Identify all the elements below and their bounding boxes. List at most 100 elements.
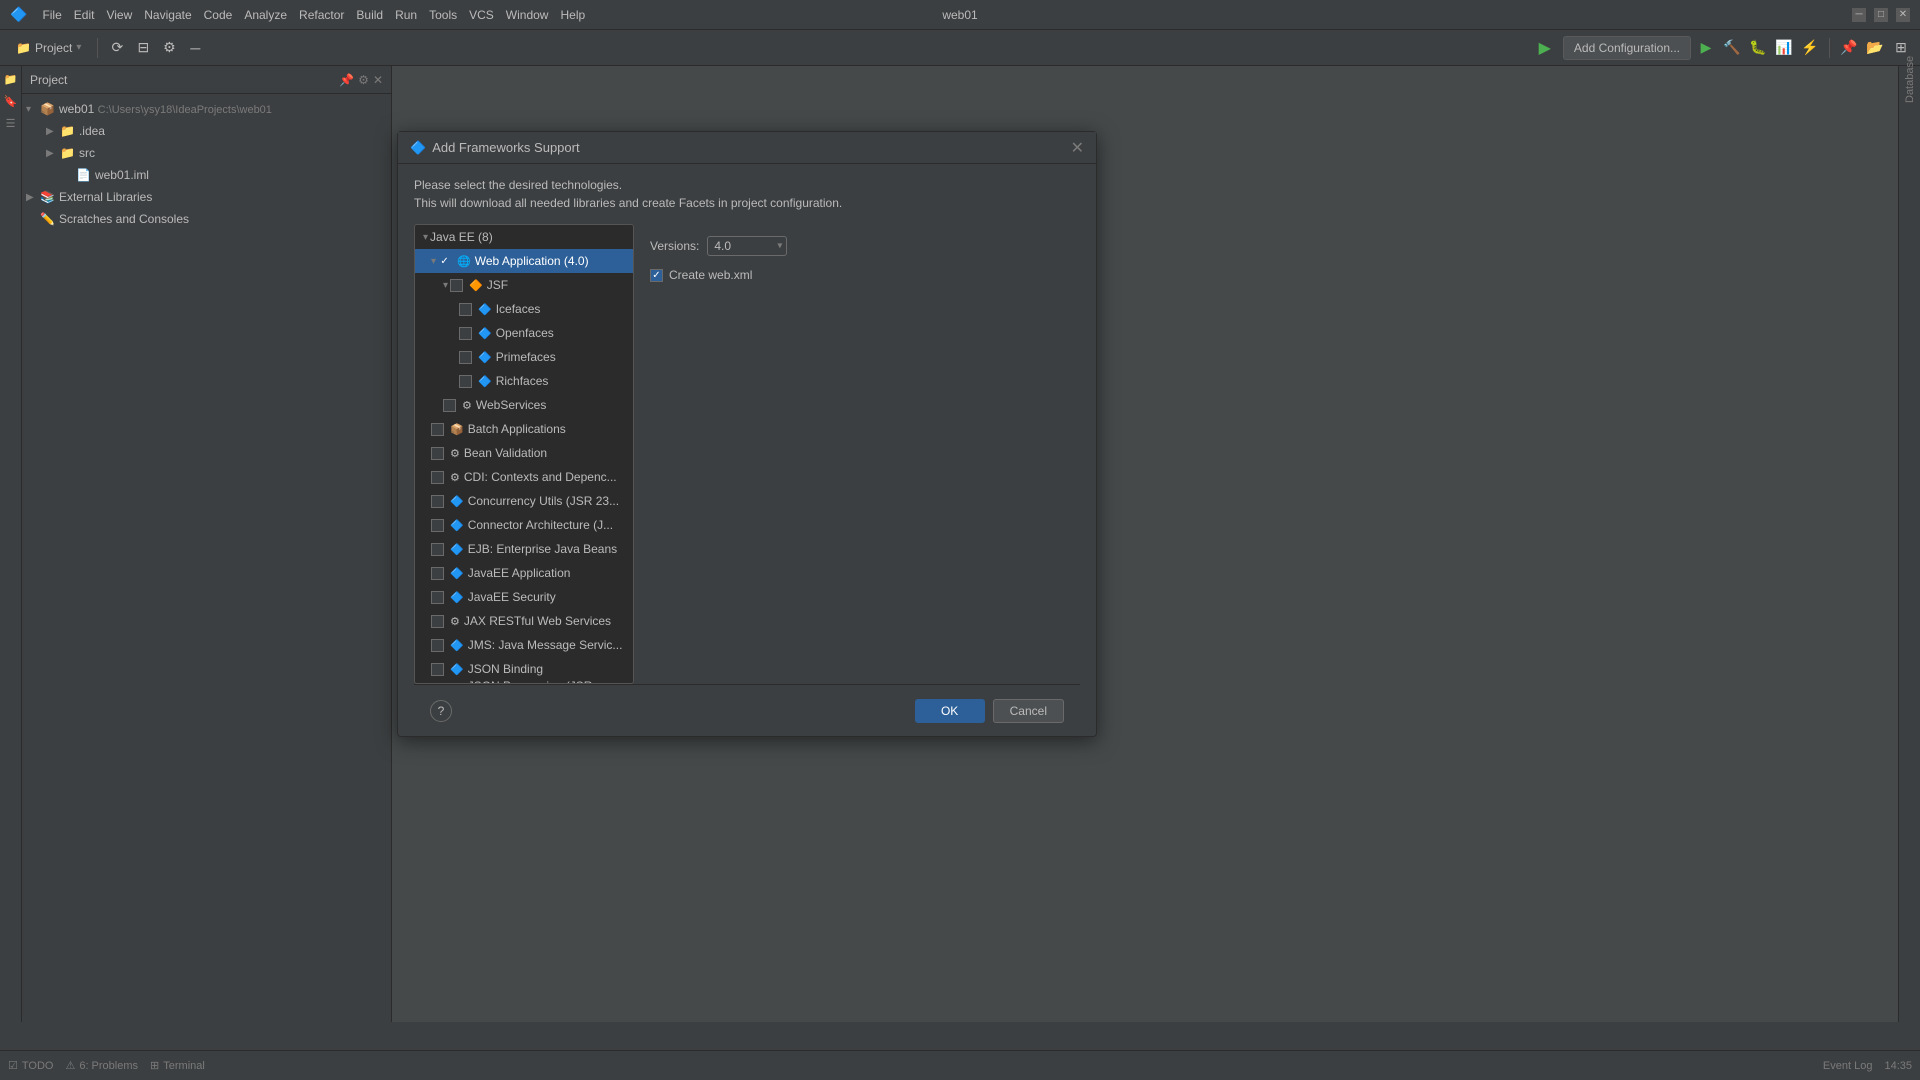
project-dropdown[interactable]: 📁 Project ▾ <box>8 39 89 57</box>
section-arrow-icon: ▾ <box>423 232 428 243</box>
bookmark-sidebar-icon[interactable]: 🔖 <box>2 92 20 110</box>
version-select-wrapper: 3.0 3.1 4.0 ▾ <box>707 236 787 256</box>
debug-button[interactable]: 🐛 <box>1747 37 1769 59</box>
menu-view[interactable]: View <box>106 8 132 22</box>
settings-panel-icon[interactable]: ⚙ <box>358 73 369 87</box>
project-label-text: Project <box>35 41 72 55</box>
project-sidebar-icon[interactable]: 📁 <box>2 70 20 88</box>
collapse-button[interactable]: ⊟ <box>132 37 154 59</box>
help-button[interactable]: ? <box>430 700 452 722</box>
fw-item-richfaces[interactable]: 🔷 Richfaces <box>415 369 633 393</box>
menu-help[interactable]: Help <box>560 8 585 22</box>
settings-button[interactable]: ⚙ <box>158 37 180 59</box>
fw-checkbox-ejb[interactable] <box>431 543 444 556</box>
maximize-button[interactable]: □ <box>1874 8 1888 22</box>
fw-item-javaeeapp[interactable]: 🔷 JavaEE Application <box>415 561 633 585</box>
bookmark-button[interactable]: 📌 <box>1838 37 1860 59</box>
fw-item-jms[interactable]: 🔷 JMS: Java Message Servic... <box>415 633 633 657</box>
status-todo[interactable]: ☑ TODO <box>8 1059 53 1072</box>
minimize-button[interactable]: ─ <box>1852 8 1866 22</box>
open-folder-button[interactable]: 📂 <box>1864 37 1886 59</box>
tree-item-iml[interactable]: ▶ 📄 web01.iml <box>22 164 391 186</box>
sync-button[interactable]: ⟳ <box>106 37 128 59</box>
fw-checkbox-webservices[interactable] <box>443 399 456 412</box>
fw-checkbox-primefaces[interactable] <box>459 351 472 364</box>
dialog-close-button[interactable]: ✕ <box>1071 138 1084 158</box>
menu-window[interactable]: Window <box>506 8 549 22</box>
status-event-log[interactable]: Event Log <box>1823 1060 1873 1072</box>
fw-item-connector[interactable]: 🔷 Connector Architecture (J... <box>415 513 633 537</box>
fw-item-javaeeapp-label: JavaEE Application <box>468 566 571 580</box>
menu-tools[interactable]: Tools <box>429 8 457 22</box>
fw-checkbox-jsf[interactable] <box>450 279 463 292</box>
create-webxml-label: Create web.xml <box>669 268 752 282</box>
fw-item-webapp[interactable]: ▾ ✓ 🌐 Web Application (4.0) <box>415 249 633 273</box>
panel-header-icons: 📌 ⚙ ✕ <box>339 73 383 87</box>
title-bar: 🔷 File Edit View Navigate Code Analyze R… <box>0 0 1920 30</box>
tree-item-root[interactable]: ▾ 📦 web01 C:\Users\ysy18\IdeaProjects\we… <box>22 98 391 120</box>
menu-navigate[interactable]: Navigate <box>144 8 191 22</box>
menu-analyze[interactable]: Analyze <box>244 8 287 22</box>
fw-item-icefaces[interactable]: 🔷 Icefaces <box>415 297 633 321</box>
fw-item-jsonbinding[interactable]: 🔷 JSON Binding <box>415 657 633 681</box>
menu-refactor[interactable]: Refactor <box>299 8 344 22</box>
version-select[interactable]: 3.0 3.1 4.0 <box>707 236 787 256</box>
richfaces-icon: 🔷 <box>478 375 492 388</box>
fw-item-openfaces[interactable]: 🔷 Openfaces <box>415 321 633 345</box>
close-panel-icon[interactable]: ✕ <box>373 73 383 87</box>
fw-checkbox-webapp[interactable]: ✓ <box>438 255 451 268</box>
coverage-button[interactable]: 📊 <box>1773 37 1795 59</box>
project-panel: Project 📌 ⚙ ✕ ▾ 📦 web01 C:\Users\ysy18\I… <box>22 66 392 1022</box>
fw-item-ejb[interactable]: 🔷 EJB: Enterprise Java Beans <box>415 537 633 561</box>
fw-checkbox-concurrency[interactable] <box>431 495 444 508</box>
structure-sidebar-icon[interactable]: ☰ <box>2 114 20 132</box>
fw-checkbox-jms[interactable] <box>431 639 444 652</box>
fw-item-batch[interactable]: 📦 Batch Applications <box>415 417 633 441</box>
cancel-button[interactable]: Cancel <box>993 699 1064 723</box>
fw-checkbox-javaee-security[interactable] <box>431 591 444 604</box>
tree-item-idea[interactable]: ▶ 📁 .idea <box>22 120 391 142</box>
create-webxml-checkbox[interactable]: ✓ <box>650 269 663 282</box>
add-configuration-button[interactable]: Add Configuration... <box>1563 36 1691 60</box>
pin-icon[interactable]: 📌 <box>339 73 354 87</box>
fw-item-beanvalidation[interactable]: ⚙ Bean Validation <box>415 441 633 465</box>
fw-item-jsf[interactable]: ▾ 🔶 JSF <box>415 273 633 297</box>
fw-checkbox-openfaces[interactable] <box>459 327 472 340</box>
status-terminal[interactable]: ⊞ Terminal <box>150 1059 205 1072</box>
fw-item-concurrency[interactable]: 🔷 Concurrency Utils (JSR 23... <box>415 489 633 513</box>
tree-item-scratches[interactable]: ▶ ✏️ Scratches and Consoles <box>22 208 391 230</box>
menu-edit[interactable]: Edit <box>74 8 95 22</box>
menu-vcs[interactable]: VCS <box>469 8 494 22</box>
run-button[interactable]: ▶ <box>1695 37 1717 59</box>
fw-checkbox-icefaces[interactable] <box>459 303 472 316</box>
status-problems[interactable]: ⚠ 6: Problems <box>65 1059 138 1072</box>
fw-checkbox-richfaces[interactable] <box>459 375 472 388</box>
menu-build[interactable]: Build <box>356 8 383 22</box>
fw-item-primefaces[interactable]: 🔷 Primefaces <box>415 345 633 369</box>
fw-checkbox-cdi[interactable] <box>431 471 444 484</box>
fw-checkbox-jsonbinding[interactable] <box>431 663 444 676</box>
fw-item-webservices[interactable]: ⚙ WebServices <box>415 393 633 417</box>
ok-button[interactable]: OK <box>915 699 985 723</box>
fw-checkbox-beanvalidation[interactable] <box>431 447 444 460</box>
database-sidebar-icon[interactable]: Database <box>1901 70 1919 88</box>
tree-item-libraries[interactable]: ▶ 📚 External Libraries <box>22 186 391 208</box>
fw-checkbox-batch[interactable] <box>431 423 444 436</box>
fw-item-jax[interactable]: ⚙ JAX RESTful Web Services <box>415 609 633 633</box>
title-bar-left: 🔷 File Edit View Navigate Code Analyze R… <box>10 6 1852 23</box>
javaee-section-header[interactable]: ▾ Java EE (8) <box>415 225 633 249</box>
fw-checkbox-jax[interactable] <box>431 615 444 628</box>
fw-checkbox-javaeeapp[interactable] <box>431 567 444 580</box>
fw-item-javaee-security[interactable]: 🔷 JavaEE Security <box>415 585 633 609</box>
fw-checkbox-connector[interactable] <box>431 519 444 532</box>
menu-file[interactable]: File <box>42 8 61 22</box>
tree-item-src[interactable]: ▶ 📁 src <box>22 142 391 164</box>
fw-item-cdi[interactable]: ⚙ CDI: Contexts and Depenc... <box>415 465 633 489</box>
menu-code[interactable]: Code <box>204 8 233 22</box>
close-panel-button[interactable]: ─ <box>184 37 206 59</box>
profile-button[interactable]: ⚡ <box>1799 37 1821 59</box>
fw-item-icefaces-label: Icefaces <box>496 302 541 316</box>
build-button[interactable]: 🔨 <box>1721 37 1743 59</box>
close-window-button[interactable]: ✕ <box>1896 8 1910 22</box>
menu-run[interactable]: Run <box>395 8 417 22</box>
